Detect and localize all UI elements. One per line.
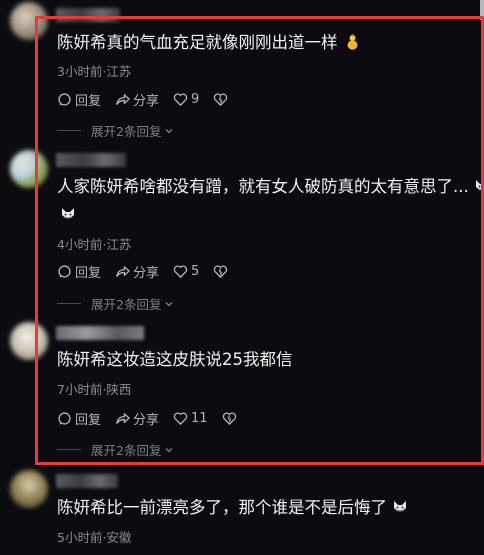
reply-button[interactable]: 回复	[57, 262, 101, 281]
expand-replies-button[interactable]: 展开2条回复	[57, 121, 174, 140]
avatar[interactable]	[10, 150, 48, 188]
like-button[interactable]: 9	[173, 92, 199, 107]
share-icon	[116, 94, 130, 105]
avatar[interactable]	[10, 2, 48, 40]
share-icon	[116, 413, 130, 424]
reply-button[interactable]: 回复	[57, 409, 101, 428]
gourd-emoji-icon	[347, 34, 358, 50]
share-button[interactable]: 分享	[115, 262, 159, 281]
expand-divider	[57, 449, 81, 450]
expand-replies-button[interactable]: 展开2条回复	[57, 440, 174, 459]
fox-emoji-icon	[476, 180, 482, 191]
like-button[interactable]: 5	[173, 264, 199, 279]
like-button[interactable]: 11	[173, 411, 208, 426]
avatar[interactable]	[10, 322, 48, 360]
dislike-heart-icon	[214, 265, 228, 278]
username-blurred[interactable]	[56, 326, 144, 340]
share-button[interactable]: 分享	[115, 90, 159, 109]
comment-text: 陈妍希这妆造这皮肤说25我都信	[57, 350, 293, 369]
expand-divider	[57, 303, 81, 304]
dislike-button[interactable]	[213, 92, 231, 107]
comment-meta: 7小时前·陕西	[57, 382, 132, 397]
heart-icon	[173, 93, 188, 106]
share-button[interactable]: 分享	[115, 409, 159, 428]
fox-emoji-icon	[394, 501, 407, 512]
dislike-button[interactable]	[222, 411, 240, 426]
heart-icon	[173, 265, 188, 278]
comment-actions: 回复 分享 9	[57, 90, 245, 109]
fox-emoji-icon	[62, 208, 74, 219]
comment-actions: 回复 分享 11	[57, 409, 254, 428]
comment-actions: 回复 分享 5	[57, 262, 245, 281]
comment-icon	[58, 412, 71, 425]
reply-button[interactable]: 回复	[57, 90, 101, 109]
comment-text: 陈妍希比一前漂亮多了，那个谁是不是后悔了	[57, 495, 482, 521]
expand-replies-button[interactable]: 展开2条回复	[57, 294, 174, 313]
comment-meta: 4小时前·江苏	[57, 237, 132, 252]
share-icon	[116, 266, 130, 277]
comment-icon	[58, 93, 71, 106]
username-blurred[interactable]	[56, 153, 126, 167]
username-blurred[interactable]	[56, 8, 120, 22]
comment-text: 人家陈妍希啥都没有蹭，就有女人破防真的太有意思了...	[57, 174, 482, 200]
dislike-heart-icon	[214, 93, 228, 106]
chevron-down-icon	[165, 128, 173, 133]
comment-meta: 3小时前·江苏	[57, 64, 132, 79]
chevron-down-icon	[165, 447, 173, 452]
chevron-down-icon	[165, 301, 173, 306]
heart-icon	[173, 412, 188, 425]
avatar[interactable]	[10, 470, 48, 508]
comment-icon	[58, 265, 71, 278]
expand-divider	[57, 130, 81, 131]
comment-emoji-line	[60, 205, 76, 224]
dislike-button[interactable]	[213, 264, 231, 279]
username-blurred[interactable]	[56, 474, 118, 488]
dislike-heart-icon	[222, 412, 236, 425]
comment-meta: 5小时前·安徽	[57, 530, 132, 545]
scrollbar-thumb[interactable]	[480, 0, 484, 20]
comment-text: 陈妍希真的气血充足就像刚刚出道一样	[57, 30, 482, 56]
